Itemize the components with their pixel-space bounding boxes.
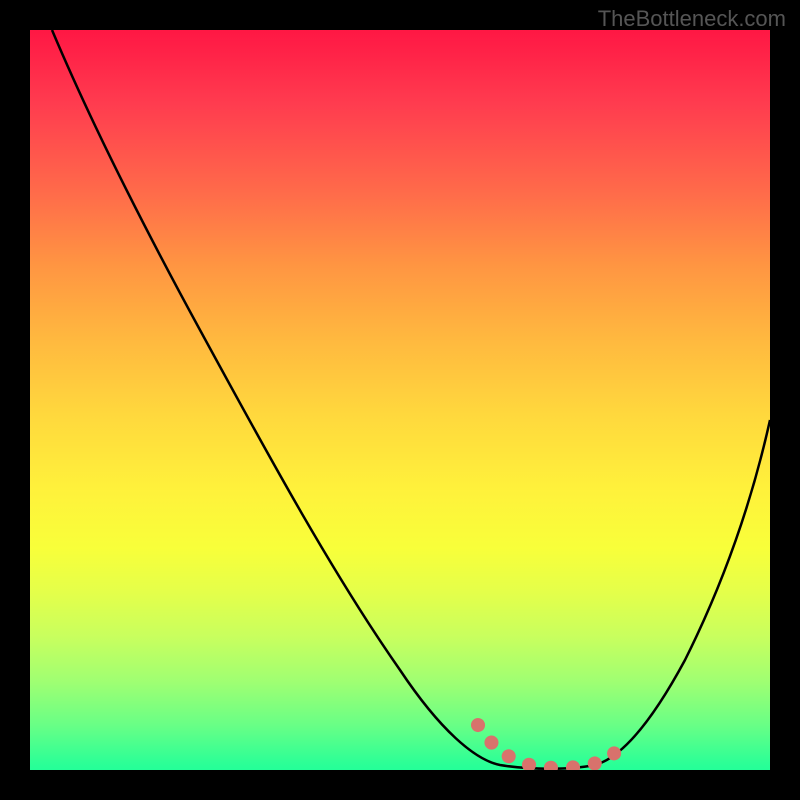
chart-plot-area bbox=[30, 30, 770, 770]
chart-svg bbox=[30, 30, 770, 770]
curve-line bbox=[52, 30, 770, 769]
watermark-text: TheBottleneck.com bbox=[598, 6, 786, 32]
